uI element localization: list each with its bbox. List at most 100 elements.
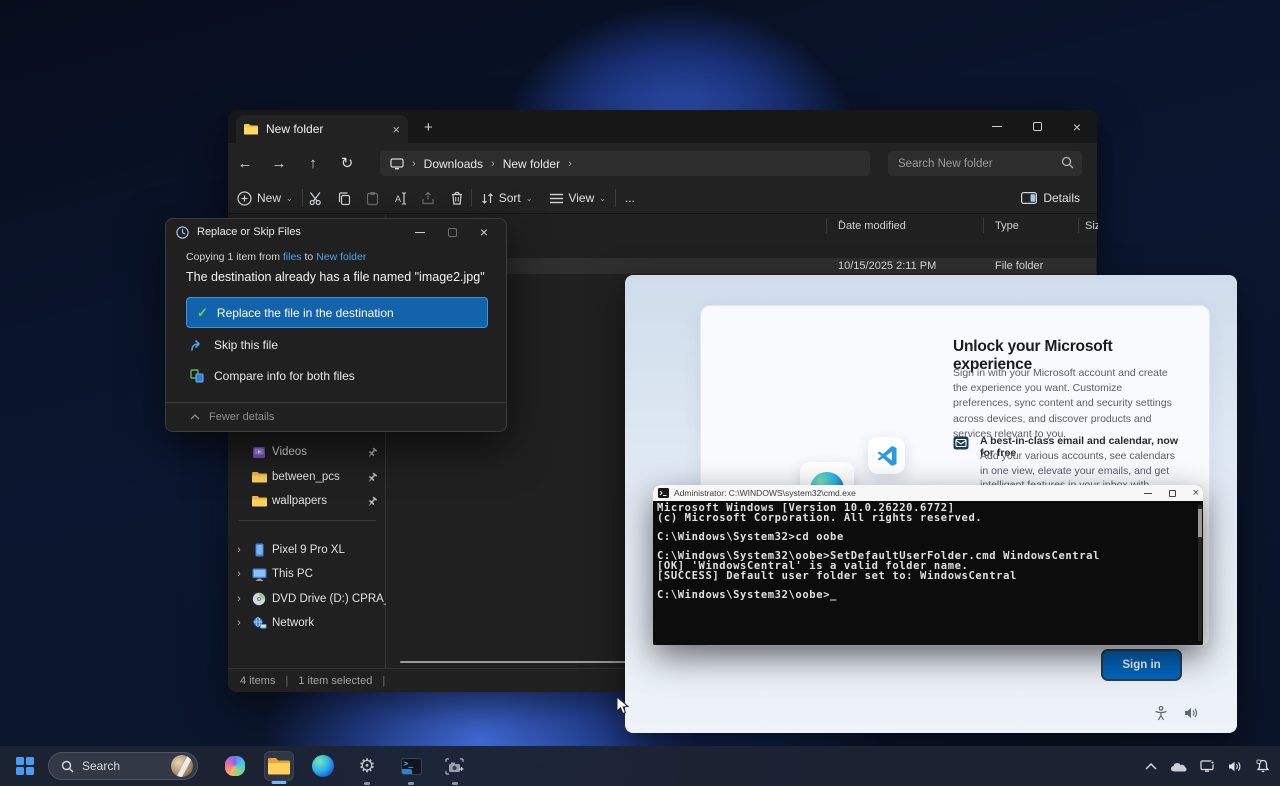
- column-header-size[interactable]: Size: [1085, 220, 1098, 232]
- view-button[interactable]: View⌄: [541, 183, 615, 213]
- cmd-window-title: Administrator: C:\WINDOWS\system32\cmd.e…: [674, 488, 856, 498]
- more-options-button[interactable]: ...: [616, 183, 644, 213]
- start-button[interactable]: [12, 753, 38, 779]
- cmd-maximize-button[interactable]: [1169, 490, 1176, 497]
- taskbar-copilot-button[interactable]: [220, 751, 250, 781]
- skip-file-option[interactable]: Skip this file: [190, 338, 278, 352]
- notification-bell-icon[interactable]: [1256, 759, 1270, 773]
- dialog-minimize-button[interactable]: [404, 219, 436, 245]
- mouse-cursor: [616, 696, 630, 716]
- sidebar-item-label: DVD Drive (D:) CPRA_X64FRE_: [272, 593, 386, 605]
- sidebar-item-label: Pixel 9 Pro XL: [272, 544, 386, 556]
- minimize-button[interactable]: [977, 110, 1017, 143]
- network-display-icon[interactable]: [1200, 760, 1215, 773]
- taskbar-edge-button[interactable]: [308, 751, 338, 781]
- new-button[interactable]: New⌄: [228, 183, 302, 213]
- replace-or-skip-dialog: Replace or Skip Files × Copying 1 item f…: [165, 218, 507, 432]
- column-divider[interactable]: [1078, 218, 1079, 233]
- taskbar-file-explorer-button[interactable]: [264, 751, 294, 781]
- dialog-title-bar[interactable]: Replace or Skip Files ×: [166, 219, 506, 245]
- gear-icon: ⚙: [358, 757, 375, 776]
- folder-icon: [250, 471, 268, 483]
- fewer-details-toggle[interactable]: Fewer details: [190, 411, 274, 423]
- taskbar-app-icons: ⚙: [220, 751, 470, 781]
- camera-icon: [445, 758, 465, 775]
- taskbar-settings-button[interactable]: ⚙: [352, 751, 382, 781]
- breadcrumb-item-downloads[interactable]: Downloads: [424, 157, 483, 171]
- network-icon: [250, 617, 268, 630]
- expand-chevron-icon[interactable]: ›: [228, 593, 250, 605]
- hidden-icons-chevron-icon[interactable]: [1145, 763, 1157, 770]
- status-selected-count: 1 item selected: [298, 675, 372, 687]
- accessibility-icon[interactable]: [1154, 706, 1168, 721]
- explorer-search-box[interactable]: [888, 151, 1082, 176]
- copilot-icon: [225, 756, 245, 776]
- compare-files-option[interactable]: Compare info for both files: [190, 369, 355, 383]
- expand-chevron-icon[interactable]: ›: [228, 617, 250, 629]
- rename-button[interactable]: A: [387, 191, 415, 206]
- cmd-console[interactable]: Microsoft Windows [Version 10.0.26220.67…: [653, 501, 1203, 645]
- dialog-close-button[interactable]: ×: [468, 219, 500, 245]
- sort-button[interactable]: Sort⌄: [472, 183, 542, 213]
- cmd-icon: [658, 488, 669, 498]
- volume-icon[interactable]: [1228, 760, 1243, 773]
- taskbar-search-box[interactable]: Search: [48, 752, 198, 780]
- cmd-close-button[interactable]: ×: [1193, 488, 1199, 499]
- column-divider[interactable]: [826, 218, 827, 233]
- breadcrumb-item-new-folder[interactable]: New folder: [503, 157, 560, 171]
- back-button[interactable]: ←: [228, 155, 262, 172]
- maximize-button[interactable]: [1017, 110, 1057, 143]
- dialog-copy-summary: Copying 1 item from files to New folder: [186, 251, 366, 263]
- copy-summary-to: to: [304, 251, 313, 263]
- replace-file-option[interactable]: ✓ Replace the file in the destination: [186, 297, 488, 328]
- delete-button[interactable]: [443, 191, 471, 206]
- breadcrumb[interactable]: › Downloads › New folder ›: [380, 151, 870, 176]
- sidebar-item-label: Network: [272, 617, 386, 629]
- explorer-nav-bar: ← → ↑ ↻ › Downloads › New folder ›: [228, 143, 1097, 183]
- sign-in-button[interactable]: Sign in: [1103, 651, 1180, 679]
- close-button[interactable]: ×: [1057, 110, 1097, 143]
- source-folder-link[interactable]: files: [283, 251, 302, 263]
- paste-button[interactable]: [359, 191, 387, 206]
- cmd-scrollbar-thumb[interactable]: [1198, 509, 1202, 537]
- sidebar-item-network[interactable]: › Network: [228, 611, 386, 635]
- explorer-tab[interactable]: New folder ×: [236, 115, 408, 143]
- onedrive-cloud-icon[interactable]: [1170, 761, 1187, 772]
- expand-chevron-icon[interactable]: ›: [228, 568, 250, 580]
- share-button[interactable]: [415, 191, 443, 206]
- sidebar-item-label: Videos: [272, 446, 367, 458]
- outlook-icon: [953, 436, 969, 450]
- details-pane-button[interactable]: Details: [1021, 183, 1080, 213]
- sort-icon: [481, 192, 494, 205]
- taskbar-left-group: Search ⚙: [0, 751, 470, 781]
- sidebar-item-wallpapers[interactable]: wallpapers: [228, 489, 386, 513]
- column-divider[interactable]: [983, 218, 984, 233]
- up-button[interactable]: ↑: [296, 155, 330, 172]
- new-tab-button[interactable]: +: [424, 119, 433, 136]
- column-header-date-modified[interactable]: Date modified: [838, 220, 906, 232]
- sidebar-item-between-pcs[interactable]: between_pcs: [228, 465, 386, 489]
- monitor-icon: [250, 568, 268, 581]
- dialog-title: Replace or Skip Files: [197, 226, 301, 238]
- taskbar-terminal-button[interactable]: [396, 751, 426, 781]
- taskbar-snipping-tool-button[interactable]: [440, 751, 470, 781]
- sidebar-item-this-pc[interactable]: › This PC: [228, 562, 386, 586]
- cmd-minimize-button[interactable]: [1144, 493, 1152, 494]
- search-highlight-image[interactable]: [171, 755, 193, 777]
- copy-summary-prefix: Copying 1 item from: [186, 251, 280, 263]
- expand-chevron-icon[interactable]: ›: [228, 544, 250, 556]
- narrator-speaker-icon[interactable]: [1184, 706, 1199, 720]
- refresh-button[interactable]: ↻: [330, 154, 364, 172]
- cmd-title-bar[interactable]: Administrator: C:\WINDOWS\system32\cmd.e…: [653, 485, 1203, 501]
- column-header-type[interactable]: Type: [995, 220, 1019, 232]
- sidebar-item-dvd-drive[interactable]: › DVD Drive (D:) CPRA_X64FRE_: [228, 587, 386, 611]
- copy-button[interactable]: [331, 191, 359, 206]
- destination-folder-link[interactable]: New folder: [316, 251, 366, 263]
- sidebar-item-videos[interactable]: Videos: [228, 440, 386, 464]
- cut-button[interactable]: [303, 191, 331, 206]
- forward-button[interactable]: →: [262, 155, 296, 172]
- skip-option-label: Skip this file: [214, 338, 278, 352]
- sidebar-item-pixel-phone[interactable]: › Pixel 9 Pro XL: [228, 538, 386, 562]
- explorer-search-input[interactable]: [888, 151, 1048, 176]
- tab-close-icon[interactable]: ×: [392, 122, 400, 137]
